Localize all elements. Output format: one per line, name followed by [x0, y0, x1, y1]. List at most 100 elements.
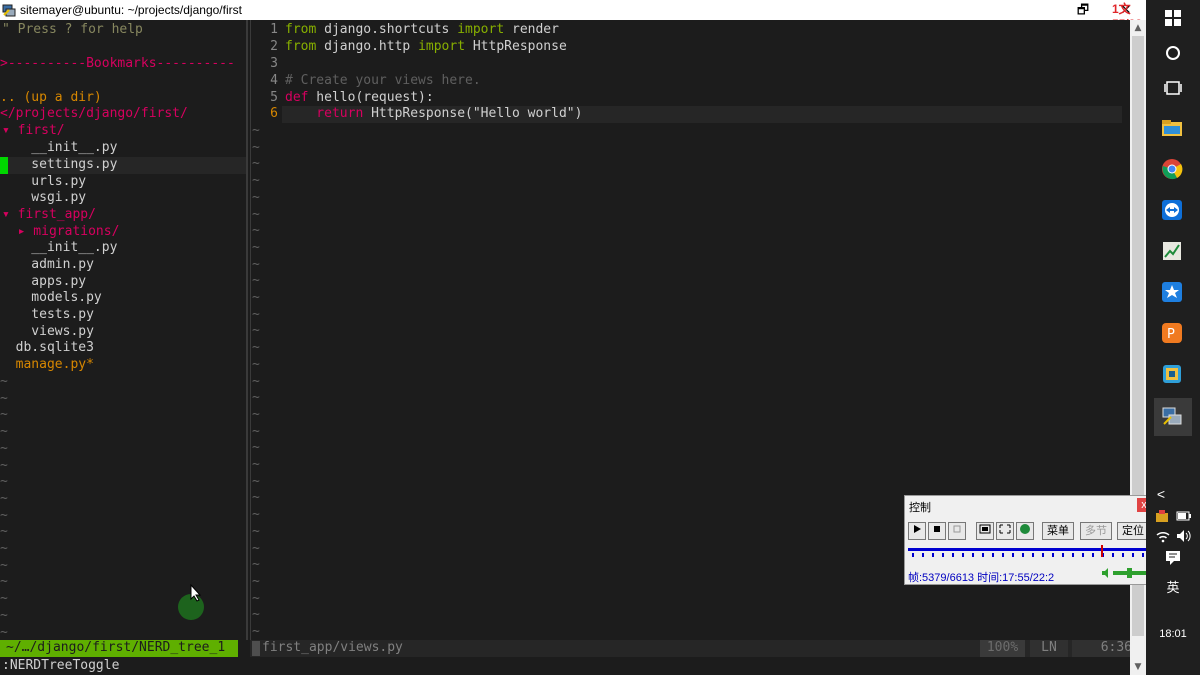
- empty-line-tilde: ~: [0, 524, 8, 540]
- code-line[interactable]: from django.shortcuts import render: [285, 22, 559, 39]
- task-view-icon[interactable]: [1164, 80, 1182, 96]
- tray-app-icon[interactable]: [1155, 509, 1169, 523]
- progress-tick: [962, 553, 964, 557]
- nerdtree-item[interactable]: apps.py: [0, 274, 86, 291]
- nerdtree-item[interactable]: __init__.py: [0, 240, 117, 257]
- window-split-line: [250, 20, 251, 640]
- line-number: 4: [270, 73, 278, 88]
- empty-line-tilde: ~: [0, 407, 8, 423]
- battery-icon[interactable]: [1176, 509, 1192, 523]
- show-hidden-icons-icon[interactable]: <: [1134, 486, 1188, 502]
- nerdtree-item[interactable]: manage.py*: [0, 357, 94, 374]
- stop-icon[interactable]: [928, 522, 946, 540]
- progress-tick: [922, 553, 924, 557]
- volume-icon[interactable]: [1102, 568, 1110, 578]
- empty-line-tilde: ~: [252, 306, 260, 322]
- empty-line-tilde: ~: [252, 273, 260, 289]
- empty-line-tilde: ~: [0, 457, 8, 473]
- nerdtree-item[interactable]: views.py: [0, 324, 94, 341]
- scroll-up-arrow-icon[interactable]: ▲: [1130, 20, 1146, 36]
- presentation-app-icon[interactable]: P: [1161, 322, 1183, 344]
- fit-window-icon[interactable]: [996, 522, 1014, 540]
- nerdtree-item[interactable]: __init__.py: [0, 140, 117, 157]
- volume-slider-knob[interactable]: [1127, 568, 1132, 578]
- speaker-icon[interactable]: [1176, 529, 1192, 543]
- cortana-icon[interactable]: [1165, 45, 1181, 61]
- nerdtree-item[interactable]: ▾ first_app/: [2, 207, 96, 224]
- nerdtree-item[interactable]: wsgi.py: [0, 190, 86, 207]
- file-explorer-icon[interactable]: [1161, 117, 1183, 139]
- notifications-icon[interactable]: [1165, 550, 1181, 566]
- code-keyword: import: [418, 39, 466, 54]
- progress-tick: [1122, 553, 1124, 557]
- play-icon[interactable]: [908, 522, 926, 540]
- locate-button[interactable]: 定位: [1117, 522, 1149, 540]
- code-comment: # Create your views here.: [285, 73, 481, 88]
- empty-line-tilde: ~: [252, 223, 260, 239]
- step-icon[interactable]: [948, 522, 966, 540]
- empty-line-tilde: ~: [252, 390, 260, 406]
- menu-button[interactable]: 菜单: [1042, 522, 1074, 540]
- nerdtree-item[interactable]: admin.py: [0, 257, 94, 274]
- bookmark-star-icon[interactable]: [1161, 281, 1183, 303]
- empty-line-tilde: ~: [252, 256, 260, 272]
- window-title: sitemayer@ubuntu: ~/projects/django/firs…: [20, 3, 242, 17]
- empty-line-tilde: ~: [0, 474, 8, 490]
- ime-indicator[interactable]: 英: [1146, 577, 1200, 596]
- code-line[interactable]: from django.http import HttpResponse: [285, 39, 567, 56]
- progress-tick: [1052, 553, 1054, 557]
- restore-button[interactable]: 🗗: [1063, 0, 1103, 20]
- statusline-gap: [238, 640, 248, 657]
- empty-line-tilde: ~: [252, 607, 260, 623]
- empty-line-tilde: ~: [252, 290, 260, 305]
- code-line-current[interactable]: return HttpResponse("Hello world"): [285, 106, 582, 123]
- nerdtree-help: " Press ? for help: [2, 22, 143, 37]
- empty-line-tilde: ~: [252, 573, 260, 589]
- nerdtree-item[interactable]: ▸ migrations/: [2, 224, 120, 241]
- line-number: 5: [270, 90, 278, 105]
- nerdtree-item[interactable]: urls.py: [0, 174, 86, 191]
- progress-playhead[interactable]: [1101, 545, 1103, 557]
- nerdtree-item-selected[interactable]: settings.py: [0, 157, 246, 174]
- loop-icon[interactable]: [1016, 522, 1034, 540]
- empty-line-tilde: ~: [252, 239, 260, 255]
- frame-time-readout: 帧:5379/6613 时间:17:55/22:2: [908, 572, 1055, 584]
- nerdtree-root[interactable]: </projects/django/first/: [0, 106, 188, 123]
- progress-tick: [1132, 553, 1134, 557]
- taskbar-clock[interactable]: 18:01: [1146, 628, 1200, 640]
- teamviewer-icon[interactable]: [1161, 199, 1183, 221]
- progress-track[interactable]: [908, 548, 1150, 551]
- putty-icon: [2, 4, 16, 17]
- spreadsheet-app-icon[interactable]: [1161, 240, 1183, 262]
- multi-section-button[interactable]: 多节: [1080, 522, 1112, 540]
- empty-line-tilde: ~: [252, 523, 260, 539]
- progress-tick: [1032, 553, 1034, 557]
- command-line[interactable]: :NERDTreeToggle: [2, 658, 119, 675]
- windows-start-icon[interactable]: [1165, 10, 1181, 26]
- empty-line-tilde: ~: [252, 373, 260, 389]
- chrome-icon[interactable]: [1161, 158, 1183, 180]
- empty-line-tilde: ~: [252, 356, 260, 372]
- nerdtree-item[interactable]: ▾ first/: [2, 123, 65, 140]
- code-line[interactable]: def hello(request):: [285, 90, 434, 107]
- code-line[interactable]: # Create your views here.: [285, 73, 481, 90]
- empty-line-tilde: ~: [0, 390, 8, 406]
- nerdtree-item[interactable]: db.sqlite3: [0, 340, 94, 357]
- wifi-icon[interactable]: [1155, 529, 1171, 543]
- nerdtree-item-label: settings.py: [0, 157, 118, 172]
- empty-line-tilde: ~: [252, 406, 260, 422]
- windows-taskbar: P < 英 18:01: [1146, 0, 1200, 675]
- nerdtree-item[interactable]: tests.py: [0, 307, 94, 324]
- fullscreen-icon[interactable]: [976, 522, 994, 540]
- empty-line-tilde: ~: [0, 440, 8, 456]
- empty-line-tilde: ~: [0, 557, 8, 573]
- scroll-down-arrow-icon[interactable]: ▼: [1130, 659, 1146, 675]
- progress-tick: [952, 553, 954, 557]
- nerdtree-up-dir[interactable]: .. (up a dir): [0, 90, 102, 107]
- empty-line-tilde: ~: [0, 507, 8, 523]
- nerdtree-item[interactable]: models.py: [0, 290, 101, 307]
- putty-task-icon[interactable]: [1161, 405, 1183, 427]
- statusline-percent: 100%: [980, 640, 1025, 657]
- media-player-icon[interactable]: [1161, 363, 1183, 385]
- line-number: 3: [270, 56, 278, 71]
